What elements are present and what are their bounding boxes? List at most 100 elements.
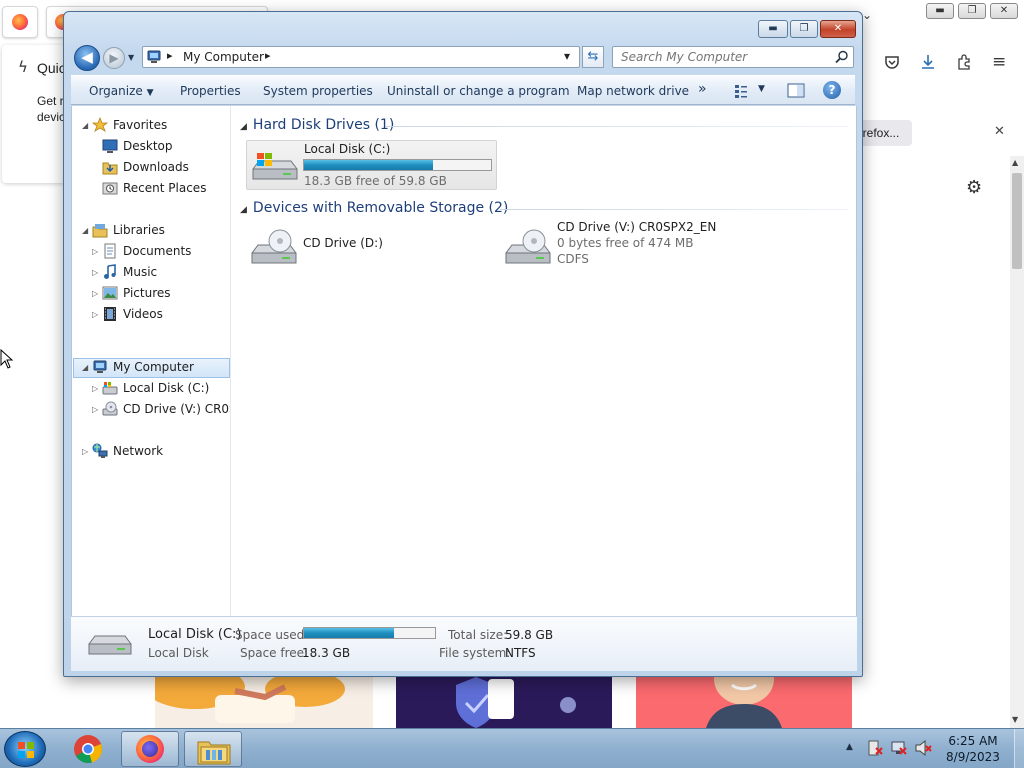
group-hard-disk-drives[interactable]: ◢ Hard Disk Drives (1) — [240, 117, 394, 133]
nav-libraries[interactable]: Libraries — [92, 221, 165, 240]
pocket-icon[interactable] — [884, 54, 900, 70]
drive-usage-fill — [304, 160, 434, 170]
search-box[interactable] — [612, 46, 854, 68]
main-pane: ◢ Favorites Desktop Downloads Recent Pla… — [71, 106, 857, 616]
map-network-drive-button[interactable]: Map network drive — [577, 84, 689, 98]
drive-cd-v[interactable]: CD Drive (V:) CR0SPX2_EN 0 bytes free of… — [500, 220, 760, 280]
volume-muted-icon[interactable] — [914, 739, 932, 757]
article-image-tile-3[interactable] — [636, 677, 852, 728]
quick-actions-card: ϟ Quick Get r devic — [2, 45, 66, 183]
taskbar-firefox[interactable] — [121, 731, 179, 767]
pictures-expand-arrow[interactable]: ▷ — [92, 289, 98, 298]
view-dropdown-icon[interactable]: ▼ — [758, 84, 765, 94]
music-icon — [102, 264, 118, 280]
back-button[interactable]: ◀ — [74, 45, 100, 71]
firefox-close-button[interactable]: ✕ — [990, 3, 1018, 19]
menu-icon[interactable]: ≡ — [992, 52, 1006, 72]
start-button[interactable] — [4, 731, 46, 767]
search-input[interactable] — [613, 47, 823, 67]
address-bar[interactable]: ▸ My Computer ▸ ▾ — [142, 46, 580, 68]
videos-expand-arrow[interactable]: ▷ — [92, 310, 98, 319]
show-desktop-button[interactable] — [1014, 729, 1024, 768]
refresh-button[interactable]: ⇆ — [582, 46, 604, 68]
nav-favorites[interactable]: Favorites — [92, 116, 167, 135]
drive-local-disk-c[interactable]: Local Disk (C:) 18.3 GB free of 59.8 GB — [246, 140, 497, 190]
nav-videos[interactable]: Videos — [102, 305, 163, 324]
notification-close-icon[interactable]: ✕ — [994, 124, 1005, 139]
drive-cd-d[interactable]: CD Drive (D:) — [246, 224, 446, 274]
total-size-label: Total size: — [448, 628, 508, 642]
notification-text: irefox... — [856, 120, 912, 146]
libraries-expand-arrow[interactable]: ◢ — [82, 226, 88, 235]
address-dropdown-icon[interactable]: ▾ — [564, 49, 570, 63]
network-status-icon[interactable] — [890, 739, 908, 757]
article-image-tile-2[interactable] — [396, 677, 612, 728]
help-icon[interactable]: ? — [823, 81, 841, 99]
explorer-window: ▬ ❐ ✕ ◀ ▶ ▼ ▸ My Computer ▸ ▾ ⇆ Organize… — [63, 11, 863, 677]
firefox-tab-list-icon[interactable]: ⌄ — [862, 8, 872, 22]
scroll-down-arrow[interactable]: ▼ — [1012, 715, 1018, 724]
network-expand-arrow[interactable]: ▷ — [82, 447, 88, 456]
nav-network[interactable]: Network — [92, 442, 163, 461]
documents-expand-arrow[interactable]: ▷ — [92, 247, 98, 256]
nav-music[interactable]: Music — [102, 263, 157, 282]
system-clock[interactable]: 6:25 AM 8/9/2023 — [936, 733, 1010, 765]
cd-drive-icon — [250, 229, 298, 269]
more-commands-button[interactable]: » — [698, 81, 707, 97]
hard-drive-icon — [87, 630, 133, 662]
computer-expand-arrow[interactable]: ◢ — [82, 363, 88, 372]
taskbar-explorer[interactable] — [184, 731, 242, 767]
network-icon — [92, 443, 108, 459]
group-removable-storage[interactable]: ◢ Devices with Removable Storage (2) — [240, 200, 508, 216]
details-pane: Local Disk (C:) Local Disk Space used: S… — [71, 616, 857, 671]
properties-button[interactable]: Properties — [180, 84, 241, 98]
firefox-minimize-button[interactable]: ▬ — [926, 3, 954, 19]
download-icon[interactable] — [920, 54, 936, 70]
preview-pane-icon[interactable] — [787, 83, 805, 98]
taskbar-chrome[interactable] — [60, 731, 118, 767]
nav-desktop[interactable]: Desktop — [102, 137, 173, 156]
firefox-maximize-button[interactable]: ❐ — [958, 3, 986, 19]
file-system-label: File system: — [439, 646, 511, 660]
extensions-icon[interactable] — [956, 54, 972, 70]
star-icon — [92, 117, 108, 133]
maximize-button[interactable]: ❐ — [790, 20, 818, 38]
uninstall-program-button[interactable]: Uninstall or change a program — [387, 84, 570, 98]
group-divider — [386, 126, 848, 127]
scroll-up-arrow[interactable]: ▲ — [1012, 158, 1018, 167]
collapse-icon[interactable]: ◢ — [240, 122, 247, 132]
nav-recent-places[interactable]: Recent Places — [102, 179, 206, 198]
close-button[interactable]: ✕ — [820, 20, 856, 38]
nav-documents[interactable]: Documents — [102, 242, 191, 261]
action-center-icon[interactable] — [866, 739, 884, 757]
organize-button[interactable]: Organize ▼ — [89, 84, 154, 98]
minimize-button[interactable]: ▬ — [758, 20, 788, 38]
search-icon[interactable] — [835, 50, 849, 64]
show-hidden-icons-button[interactable]: ▲ — [846, 742, 853, 752]
nav-my-computer[interactable]: My Computer — [92, 358, 194, 377]
mouse-cursor — [0, 349, 14, 369]
local-disk-expand-arrow[interactable]: ▷ — [92, 384, 98, 393]
system-properties-button[interactable]: System properties — [263, 84, 373, 98]
breadcrumb-root-arrow[interactable]: ▸ — [167, 49, 173, 62]
view-options-icon[interactable] — [734, 84, 748, 98]
computer-icon — [146, 50, 162, 65]
nav-pictures[interactable]: Pictures — [102, 284, 171, 303]
breadcrumb-my-computer[interactable]: My Computer — [183, 50, 264, 64]
breadcrumb-trail-arrow[interactable]: ▸ — [265, 49, 271, 62]
total-size-value: 59.8 GB — [505, 628, 554, 642]
music-expand-arrow[interactable]: ▷ — [92, 268, 98, 277]
forward-button[interactable]: ▶ — [103, 47, 125, 69]
collapse-icon[interactable]: ◢ — [240, 205, 247, 215]
gear-icon[interactable]: ⚙ — [966, 177, 982, 198]
cd-drive-expand-arrow[interactable]: ▷ — [92, 405, 98, 414]
firefox-tab-1[interactable] — [2, 6, 38, 38]
favorites-expand-arrow[interactable]: ◢ — [82, 121, 88, 130]
article-image-tile-1[interactable] — [155, 677, 373, 728]
nav-local-disk-c[interactable]: Local Disk (C:) — [102, 379, 209, 398]
scrollbar-thumb[interactable] — [1012, 173, 1022, 269]
quick-body: Get r devic — [37, 94, 66, 124]
nav-downloads[interactable]: Downloads — [102, 158, 189, 177]
nav-cd-drive-v[interactable]: CD Drive (V:) CR0SPX2_EN — [102, 400, 230, 419]
recent-pages-icon[interactable]: ▼ — [128, 53, 134, 62]
